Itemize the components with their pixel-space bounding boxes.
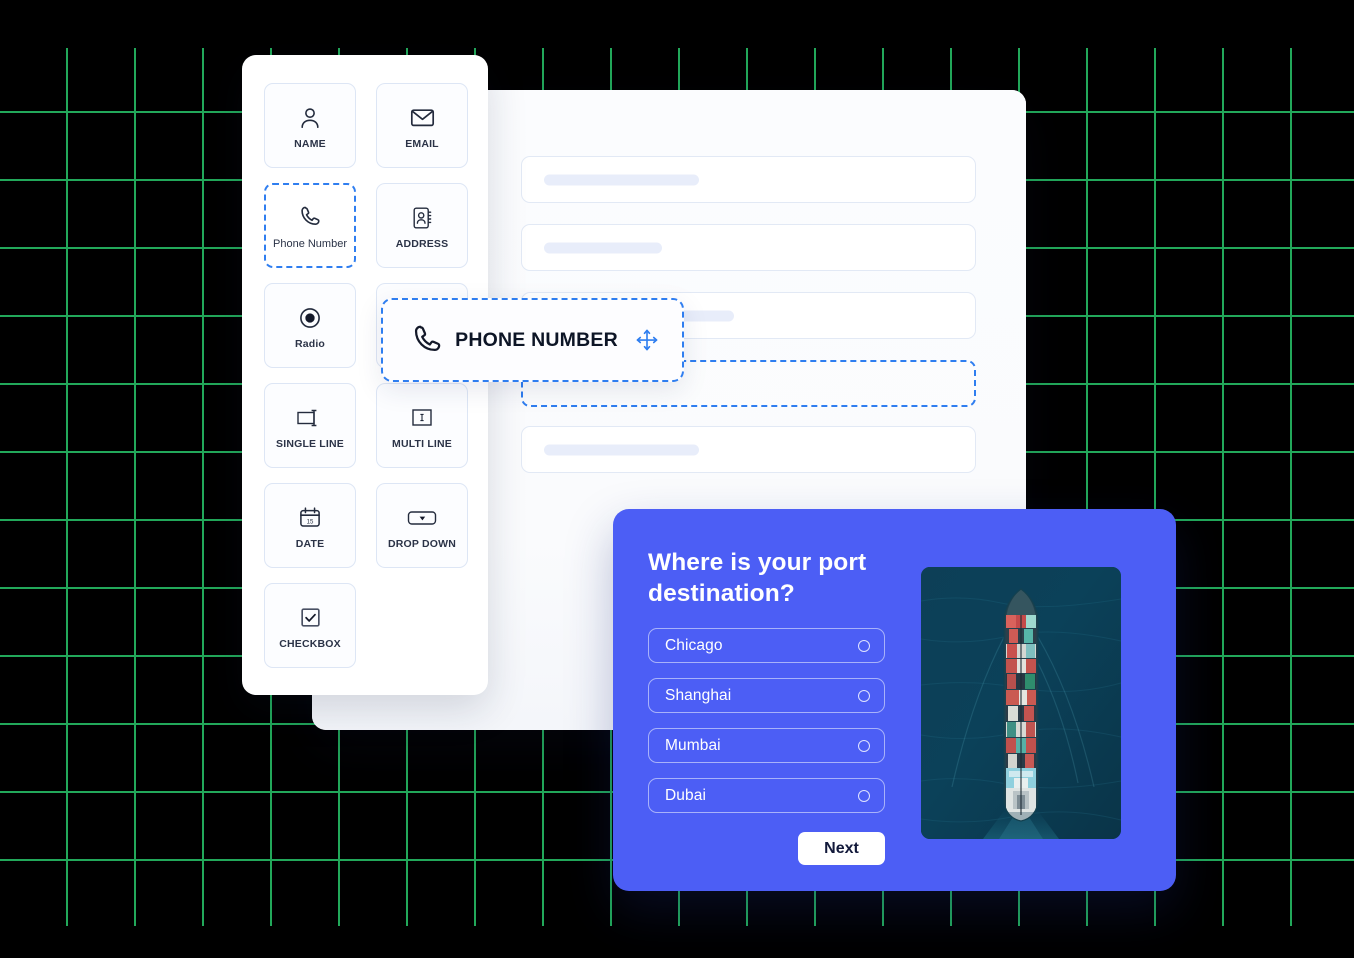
field-type-label: DROP DOWN — [388, 537, 456, 550]
checkbox-icon — [298, 601, 323, 635]
preview-field-row[interactable] — [521, 156, 976, 203]
field-type-checkbox[interactable]: CHECKBOX — [264, 583, 356, 668]
field-type-label: EMAIL — [405, 137, 439, 150]
preview-field-row[interactable] — [521, 224, 976, 271]
option-dubai[interactable]: Dubai — [648, 778, 885, 813]
container-ship-image — [921, 567, 1121, 839]
option-label: Shanghai — [665, 686, 732, 704]
field-type-address[interactable]: ADDRESS — [376, 183, 468, 268]
field-type-date[interactable]: 15 DATE — [264, 483, 356, 568]
radio-icon[interactable] — [858, 739, 870, 752]
calendar-icon: 15 — [297, 501, 323, 535]
option-chicago[interactable]: Chicago — [648, 628, 885, 663]
field-type-label: Radio — [294, 337, 326, 350]
move-arrows-icon[interactable] — [634, 327, 660, 353]
field-type-drop-down[interactable]: DROP DOWN — [376, 483, 468, 568]
dragged-field-chip[interactable]: PHONE NUMBER — [381, 298, 684, 382]
option-label: Mumbai — [665, 736, 721, 754]
question-title: Where is your port destination? — [648, 549, 867, 608]
radio-icon[interactable] — [858, 789, 870, 802]
envelope-icon — [409, 101, 436, 135]
field-type-label: Phone Number — [273, 238, 347, 251]
field-type-name[interactable]: NAME — [264, 83, 356, 168]
field-type-email[interactable]: EMAIL — [376, 83, 468, 168]
field-type-label: NAME — [294, 137, 326, 150]
multi-line-icon — [409, 401, 435, 435]
field-type-label: SINGLE LINE — [276, 437, 344, 450]
question-options-list: Chicago Shanghai Mumbai Dubai — [648, 628, 885, 828]
field-type-multi-line[interactable]: MULTI LINE — [376, 383, 468, 468]
question-preview-card: Where is your port destination? Chicago … — [613, 509, 1176, 891]
field-placeholder-bar — [544, 444, 699, 455]
field-type-label: DATE — [295, 537, 325, 550]
field-placeholder-bar — [544, 174, 699, 185]
field-placeholder-bar — [544, 242, 662, 253]
field-type-label: CHECKBOX — [279, 637, 341, 650]
radio-icon — [297, 301, 323, 335]
field-type-radio[interactable]: Radio — [264, 283, 356, 368]
radio-icon[interactable] — [858, 689, 870, 702]
svg-text:15: 15 — [307, 519, 314, 525]
next-button[interactable]: Next — [798, 832, 885, 865]
phone-icon — [297, 200, 323, 234]
screenshot-stage: NAME EMAIL Phone Number ADDRESS Radio SI… — [0, 0, 1354, 958]
radio-icon[interactable] — [858, 639, 870, 652]
option-label: Dubai — [665, 786, 706, 804]
option-label: Chicago — [665, 636, 723, 654]
field-type-label: ADDRESS — [395, 237, 449, 250]
preview-field-row[interactable] — [521, 426, 976, 473]
user-icon — [297, 101, 323, 135]
option-shanghai[interactable]: Shanghai — [648, 678, 885, 713]
field-type-phone-number[interactable]: Phone Number — [264, 183, 356, 268]
dragged-field-label: PHONE NUMBER — [455, 328, 618, 351]
single-line-icon — [295, 401, 325, 435]
option-mumbai[interactable]: Mumbai — [648, 728, 885, 763]
field-type-single-line[interactable]: SINGLE LINE — [264, 383, 356, 468]
contact-book-icon — [410, 201, 434, 235]
dropdown-icon — [405, 501, 439, 535]
field-type-label: MULTI LINE — [392, 437, 452, 450]
